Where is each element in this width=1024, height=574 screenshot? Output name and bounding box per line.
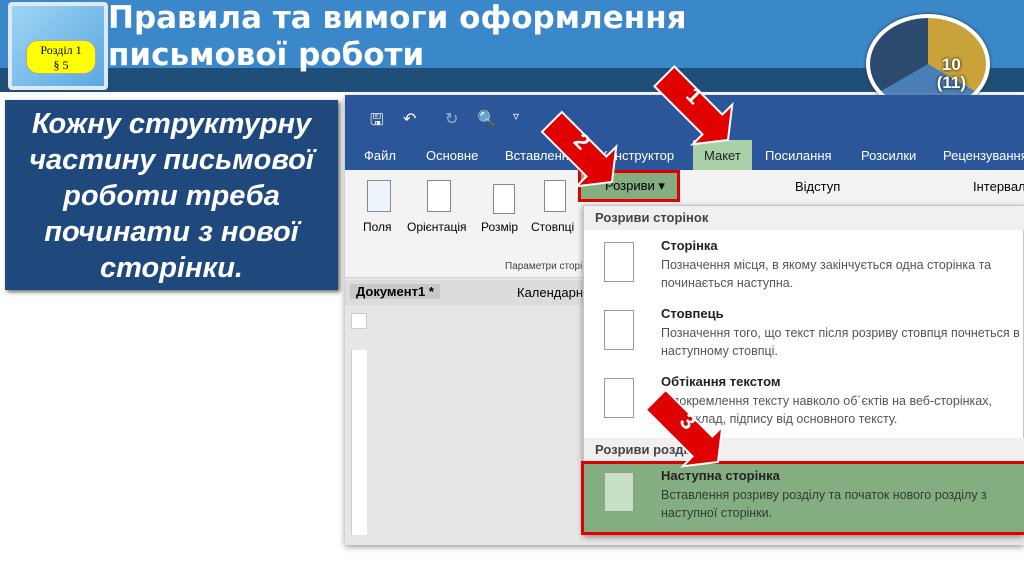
doc-tab-document1[interactable]: Документ1 * <box>350 284 440 299</box>
indent-label: Відступ <box>795 179 841 194</box>
save-icon[interactable]: 🖫 <box>370 109 384 136</box>
quick-access-toolbar: 🖫 ↶ ↻ 🔍 ▿ <box>345 95 1024 140</box>
undo-icon[interactable]: ↶ <box>403 109 416 129</box>
tab-home[interactable]: Основне <box>426 148 478 163</box>
badge-line2: § 5 <box>53 58 69 72</box>
tab-design[interactable]: Конструктор <box>600 148 674 163</box>
item-title: Стовпець <box>661 306 724 321</box>
orientation-button[interactable]: Орієнтація <box>407 220 467 234</box>
size-button[interactable]: Розмір <box>481 220 518 234</box>
breaks-dropdown: Розриви сторінок Сторінка Позначення місц… <box>581 205 1024 535</box>
text-wrapping-icon <box>604 378 634 418</box>
slide-title: Правила та вимоги оформлення письмової ро… <box>108 0 687 74</box>
page-breaks-header: Розриви сторінок <box>584 206 1024 230</box>
tab-references[interactable]: Посилання <box>765 148 832 163</box>
spacing-label: Інтервал <box>973 179 1024 194</box>
tab-insert[interactable]: Вставлення <box>505 148 576 163</box>
menu-item-column[interactable]: Стовпець Позначення того, що текст після … <box>584 302 1024 370</box>
vertical-ruler <box>351 350 367 535</box>
next-page-icon <box>604 472 634 512</box>
item-title: Обтікання текстом <box>661 374 781 389</box>
page-break-icon <box>604 242 634 282</box>
ribbon-tabs: Файл Основне Вставлення Конструктор Маке… <box>345 140 1024 170</box>
item-title: Сторінка <box>661 238 718 253</box>
section-breaks-header: Розриви розділів <box>584 438 1024 462</box>
menu-item-next-page[interactable]: Наступна сторінка Вставлення розриву розд… <box>581 461 1024 535</box>
columns-icon <box>544 180 566 212</box>
print-preview-icon[interactable]: 🔍 <box>477 109 497 129</box>
tab-review[interactable]: Рецензування <box>943 148 1024 163</box>
tab-file[interactable]: Файл <box>364 148 396 163</box>
menu-item-page[interactable]: Сторінка Позначення місця, в якому закінч… <box>584 234 1024 302</box>
title-line2: письмової роботи <box>108 37 425 73</box>
title-line1: Правила та вимоги оформлення <box>108 0 687 36</box>
grade-label: 10 (11) <box>936 55 966 92</box>
item-title: Наступна сторінка <box>661 468 780 483</box>
size-icon <box>493 184 515 214</box>
item-desc: Відокремлення тексту навколо об´єктів на… <box>661 394 992 426</box>
section-badge: Розділ 1 § 5 <box>26 40 96 74</box>
breaks-button[interactable]: Розриви ▾ <box>578 170 680 202</box>
word-screenshot: 🖫 ↶ ↻ 🔍 ▿ Файл Основне Вставлення Констр… <box>345 95 1024 545</box>
margins-button[interactable]: Поля <box>363 220 392 234</box>
breaks-label: Розриви <box>605 178 655 193</box>
note-text: Кожну структурну частину письмової робот… <box>29 108 314 284</box>
note-box: Кожну структурну частину письмової робот… <box>5 100 338 290</box>
item-desc: Позначення місця, в якому закінчується о… <box>661 258 992 290</box>
orientation-icon <box>427 180 451 212</box>
columns-button[interactable]: Стовпці <box>531 220 574 234</box>
item-desc: Вставлення розриву розділу та початок но… <box>661 488 987 520</box>
tab-layout[interactable]: Макет <box>693 140 752 170</box>
tab-selector[interactable] <box>351 313 367 329</box>
redo-icon[interactable]: ↻ <box>445 109 458 129</box>
menu-item-text-wrapping[interactable]: Обтікання текстом Відокремлення тексту на… <box>584 370 1024 438</box>
item-desc: Позначення того, що текст після розриву … <box>661 326 1020 358</box>
badge-line1: Розділ 1 <box>40 43 82 57</box>
customize-icon[interactable]: ▿ <box>513 109 519 123</box>
column-break-icon <box>604 310 634 350</box>
margins-icon <box>367 180 391 212</box>
tab-mailings[interactable]: Розсилки <box>861 148 916 163</box>
